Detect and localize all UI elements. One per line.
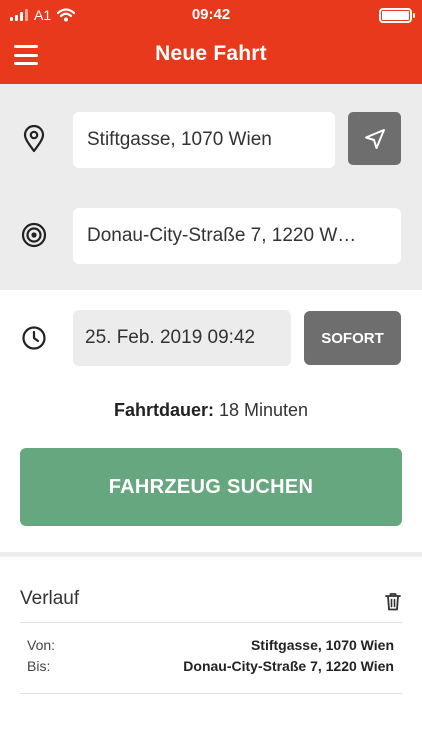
navigation-arrow-icon (364, 128, 385, 149)
trash-icon[interactable] (383, 590, 403, 612)
app-header: A1 09:42 Neue Fahrt (0, 0, 422, 84)
origin-value: Stiftgasse, 1070 Wien (87, 129, 272, 150)
duration-label: Fahrtdauer: (113, 400, 214, 420)
history-item[interactable]: Von: Stiftgasse, 1070 Wien Bis: Donau-Ci… (20, 635, 402, 685)
from-value: Stiftgasse, 1070 Wien (250, 637, 394, 653)
now-button[interactable]: SOFORT (304, 311, 401, 365)
to-label: Bis: (27, 658, 51, 674)
datetime-field[interactable]: 25. Feb. 2019 09:42 (73, 310, 291, 366)
datetime-value: 25. Feb. 2019 09:42 (85, 327, 256, 348)
destination-field[interactable]: Donau-City-Straße 7, 1220 W… (73, 208, 401, 264)
battery-icon (379, 8, 415, 23)
nav-bar: Neue Fahrt (0, 30, 422, 84)
origin-field[interactable]: Stiftgasse, 1070 Wien (73, 112, 335, 168)
destination-value: Donau-City-Straße 7, 1220 W… (87, 225, 357, 246)
locate-me-button[interactable] (348, 112, 401, 165)
section-divider (0, 552, 422, 557)
location-pin-icon (20, 125, 48, 153)
target-icon (20, 221, 48, 249)
history-divider-bottom (20, 693, 402, 694)
search-vehicle-button[interactable]: FAHRZEUG SUCHEN (20, 448, 402, 526)
status-bar: A1 09:42 (0, 0, 422, 30)
history-divider (20, 622, 402, 623)
history-to-row: Bis: Donau-City-Straße 7, 1220 Wien (27, 658, 394, 678)
trip-duration: Fahrtdauer: 18 Minuten (0, 400, 422, 421)
status-time: 09:42 (191, 6, 231, 23)
to-value: Donau-City-Straße 7, 1220 Wien (183, 658, 394, 674)
duration-value: 18 Minuten (218, 400, 309, 420)
history-from-row: Von: Stiftgasse, 1070 Wien (27, 637, 394, 657)
clock-icon (20, 324, 48, 352)
page-title: Neue Fahrt (155, 42, 267, 65)
from-label: Von: (27, 637, 56, 653)
history-title: Verlauf (20, 588, 80, 609)
